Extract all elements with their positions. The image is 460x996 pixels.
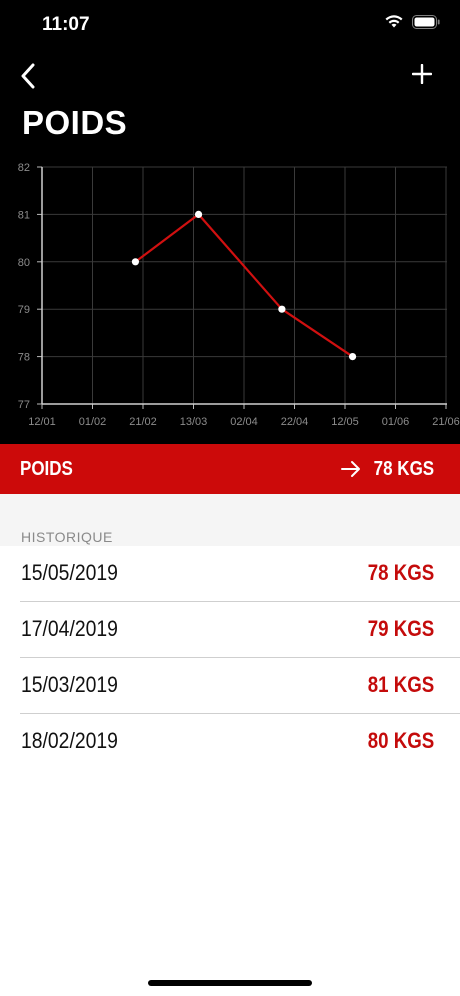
x-tick-label: 21/02 [129, 416, 157, 428]
history-value: 80 KGS [367, 728, 434, 753]
history-value: 79 KGS [367, 616, 434, 641]
add-button[interactable] [406, 58, 438, 90]
chevron-left-icon [21, 63, 35, 89]
weight-line-chart: 77 78 79 80 81 82 12/01 01/02 21/02 13/03 02/04 22/… [18, 162, 460, 428]
x-tick-label: 01/06 [382, 416, 410, 428]
history-list: 15/05/2019 78 KGS 17/04/2019 79 KGS 15/0… [0, 546, 460, 769]
status-time: 11:07 [42, 14, 90, 35]
history-date: 18/02/2019 [21, 728, 118, 753]
status-icons [384, 14, 440, 29]
battery-icon [412, 14, 440, 29]
y-tick-label: 78 [18, 352, 30, 364]
current-weight-value: 78 KGS [373, 457, 434, 480]
plus-icon [412, 64, 432, 84]
data-point [194, 210, 203, 218]
arrow-right-icon [341, 461, 360, 477]
x-tick-label: 01/02 [79, 416, 107, 428]
back-button[interactable] [10, 58, 46, 94]
history-date: 15/03/2019 [21, 672, 118, 697]
x-tick-label: 12/01 [28, 416, 56, 428]
data-point [131, 258, 140, 266]
data-point [278, 305, 286, 313]
chart-section: 11:07 POIDS 77 78 79 80 81 82 12/01 01/02 21/02 1… [0, 0, 460, 444]
x-tick-label: 22/04 [281, 416, 309, 428]
y-tick-label: 79 [18, 304, 30, 316]
history-row[interactable]: 15/03/2019 81 KGS [20, 658, 460, 714]
history-row[interactable]: 17/04/2019 79 KGS [20, 602, 460, 658]
current-weight-row[interactable]: POIDS 78 KGS [0, 444, 460, 494]
wifi-icon [385, 15, 403, 28]
y-tick-label: 80 [18, 257, 30, 269]
current-weight-label: POIDS [20, 457, 73, 480]
home-indicator [148, 980, 312, 986]
history-section-header: HISTORIQUE [0, 494, 460, 546]
history-row[interactable]: 18/02/2019 80 KGS [20, 714, 460, 769]
history-value: 78 KGS [367, 560, 434, 585]
data-point [348, 353, 357, 361]
page-title: POIDS [22, 104, 128, 141]
history-row[interactable]: 15/05/2019 78 KGS [20, 546, 460, 602]
x-tick-label: 12/05 [331, 416, 359, 428]
history-date: 15/05/2019 [21, 560, 118, 585]
x-tick-label: 21/06 [432, 416, 460, 428]
y-tick-label: 82 [18, 162, 30, 174]
y-tick-label: 81 [18, 209, 30, 221]
history-label: HISTORIQUE [21, 529, 113, 545]
history-date: 17/04/2019 [21, 616, 118, 641]
x-tick-label: 02/04 [230, 416, 258, 428]
x-tick-label: 13/03 [180, 416, 208, 428]
history-value: 81 KGS [367, 672, 434, 697]
y-tick-label: 77 [18, 399, 30, 411]
